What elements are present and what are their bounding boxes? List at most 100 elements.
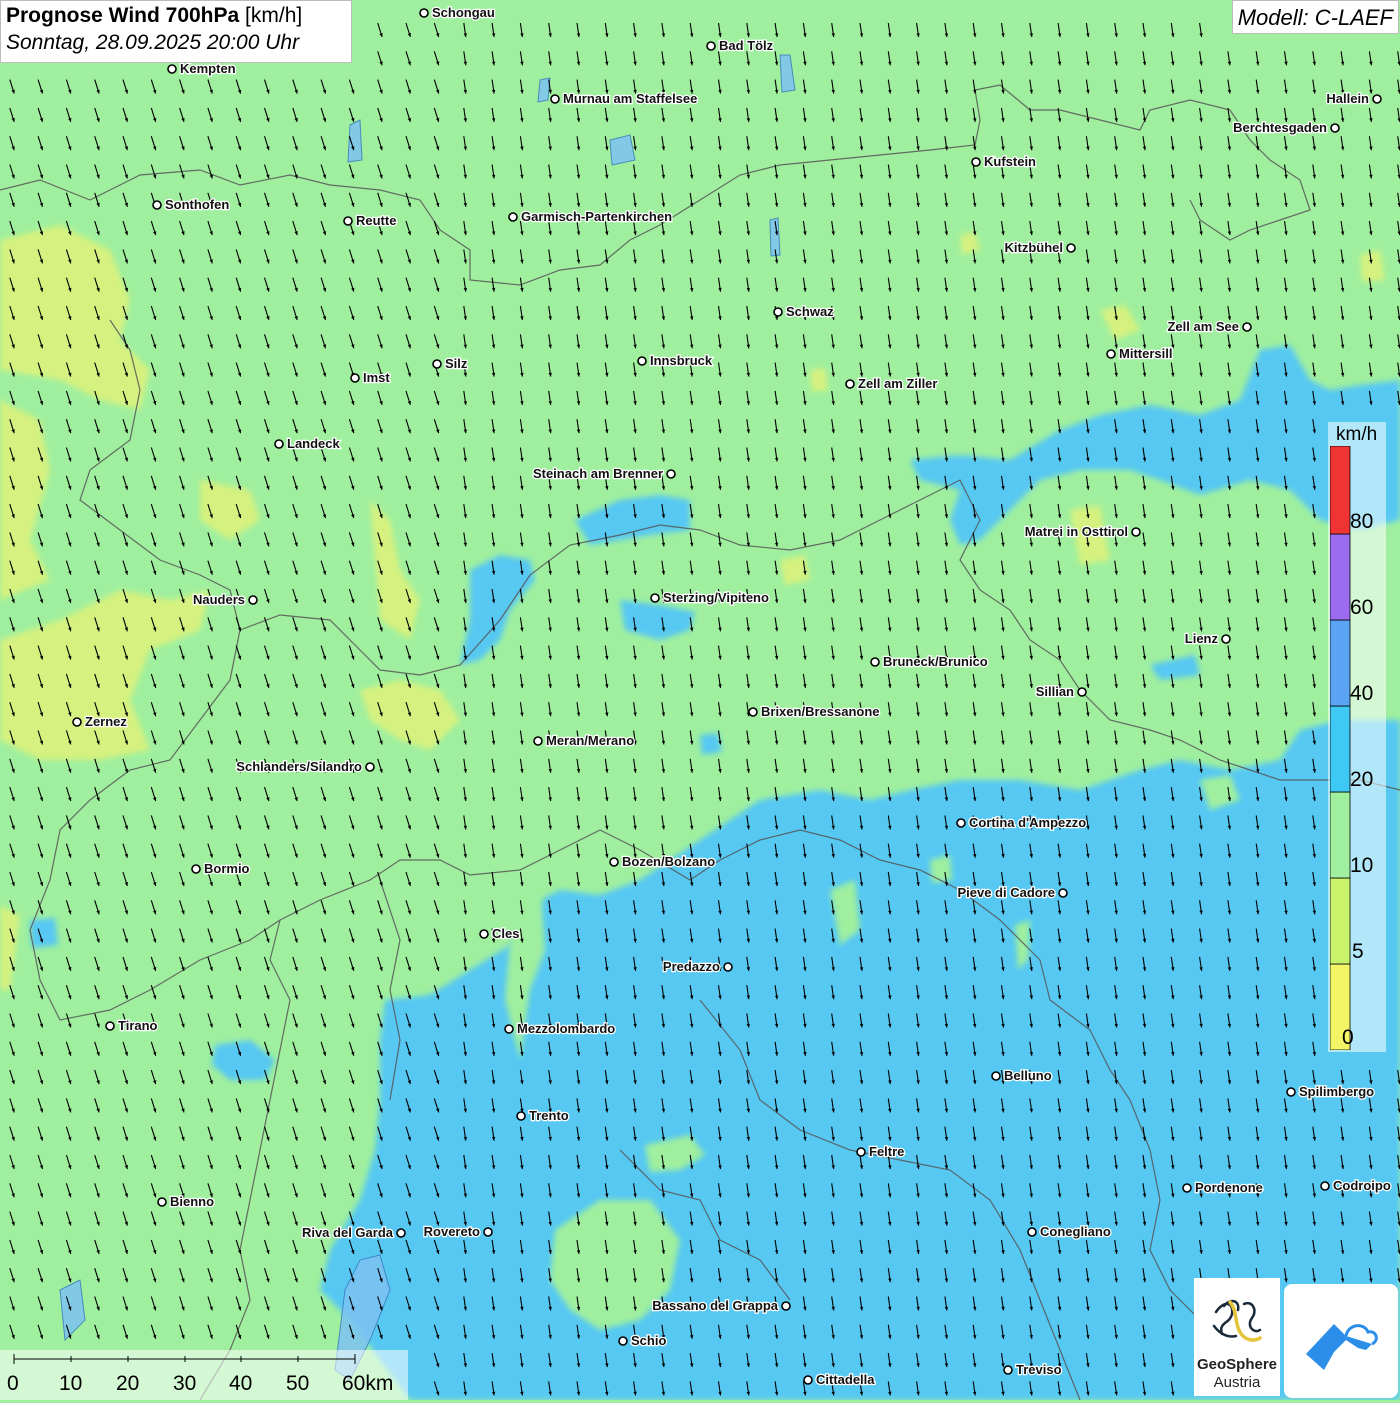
city-dot	[1222, 635, 1230, 643]
city-name: Tirano	[118, 1018, 158, 1033]
city-name: Silz	[445, 356, 468, 371]
city-marker: Sonthofen	[153, 197, 229, 212]
city-name: Cittadella	[816, 1372, 875, 1387]
city-dot	[351, 374, 359, 382]
city-dot	[433, 360, 441, 368]
model-label: Modell: C-LAEF	[1232, 0, 1399, 34]
app-logo	[1284, 1284, 1398, 1398]
legend-label-10: 10	[1350, 854, 1373, 878]
city-dot	[73, 718, 81, 726]
city-name: Sillian	[1036, 684, 1074, 699]
city-name: Murnau am Staffelsee	[563, 91, 697, 106]
city-marker: Schlanders/Silandro	[236, 759, 374, 774]
scale-bar: 0 10 20 30 40 50 60km	[0, 1350, 408, 1400]
city-name: Spilimbergo	[1299, 1084, 1374, 1099]
city-name: Bad Tölz	[719, 38, 774, 53]
title-panel: Prognose Wind 700hPa [km/h] Sonntag, 28.…	[0, 0, 352, 63]
city-dot	[957, 819, 965, 827]
city-dot	[774, 308, 782, 316]
city-name: Zell am See	[1167, 319, 1239, 334]
city-name: Bruneck/Brunico	[883, 654, 988, 669]
legend-label-60: 60	[1350, 596, 1373, 620]
city-dot	[1004, 1366, 1012, 1374]
legend-swatch-5	[1330, 878, 1350, 964]
legend-swatch-10	[1330, 792, 1350, 878]
city-dot	[610, 858, 618, 866]
title-main: Prognose Wind 700hPa	[6, 4, 239, 27]
city-dot	[366, 763, 374, 771]
city-marker: Conegliano	[1028, 1224, 1111, 1239]
scale-label: 50	[286, 1372, 309, 1396]
city-name: Codroipo	[1333, 1178, 1391, 1193]
city-name: Kitzbühel	[1005, 240, 1064, 255]
city-name: Schwaz	[786, 304, 834, 319]
city-marker: Zell am See	[1167, 319, 1251, 334]
city-name: Kufstein	[984, 154, 1036, 169]
city-marker: Zell am Ziller	[846, 376, 937, 391]
city-dot	[1078, 688, 1086, 696]
city-marker: Garmisch-Partenkirchen	[509, 209, 672, 224]
city-dot	[857, 1148, 865, 1156]
city-marker: Murnau am Staffelsee	[551, 91, 697, 106]
city-name: Pordenone	[1195, 1180, 1263, 1195]
legend-label-0: 0	[1342, 1026, 1354, 1050]
legend-swatch-80	[1330, 446, 1350, 534]
scale-label: 60km	[342, 1372, 393, 1396]
map-title: Prognose Wind 700hPa [km/h]	[6, 4, 346, 28]
city-dot	[1287, 1088, 1295, 1096]
city-marker: Pieve di Cadore	[957, 885, 1067, 900]
city-name: Feltre	[869, 1144, 904, 1159]
city-dot	[638, 357, 646, 365]
legend-unit: km/h	[1336, 424, 1377, 446]
scale-label: 40	[229, 1372, 252, 1396]
city-dot	[992, 1072, 1000, 1080]
city-marker: Cortina d'Ampezzo	[957, 815, 1086, 830]
city-name: Hallein	[1326, 91, 1369, 106]
city-dot	[749, 708, 757, 716]
city-name: Zell am Ziller	[858, 376, 937, 391]
city-dot	[1331, 124, 1339, 132]
city-name: Nauders	[193, 592, 245, 607]
city-dot	[551, 95, 559, 103]
city-dot	[619, 1337, 627, 1345]
scale-label: 30	[173, 1372, 196, 1396]
city-marker: Bassano del Grappa	[652, 1298, 790, 1313]
city-name: Riva del Garda	[302, 1225, 394, 1240]
city-name: Bormio	[204, 861, 250, 876]
city-name: Steinach am Brenner	[533, 466, 663, 481]
city-dot	[420, 9, 428, 17]
scale-label: 0	[7, 1372, 19, 1396]
city-name: Brixen/Bressanone	[761, 704, 880, 719]
city-dot	[153, 201, 161, 209]
city-dot	[505, 1025, 513, 1033]
city-marker: Spilimbergo	[1287, 1084, 1374, 1099]
city-dot	[972, 158, 980, 166]
city-marker: Bruneck/Brunico	[871, 654, 988, 669]
city-marker: Berchtesgaden	[1233, 120, 1339, 135]
city-dot	[1067, 244, 1075, 252]
city-dot	[168, 65, 176, 73]
title-unit: [km/h]	[245, 4, 302, 27]
city-name: Matrei in Osttirol	[1025, 524, 1128, 539]
legend-label-40: 40	[1350, 682, 1373, 706]
city-marker: Mezzolombardo	[505, 1021, 615, 1036]
legend-colorbar	[1330, 446, 1352, 1050]
city-name: Bassano del Grappa	[652, 1298, 778, 1313]
city-marker: Innsbruck	[638, 353, 713, 368]
city-name: Sonthofen	[165, 197, 229, 212]
city-name: Predazzo	[663, 959, 720, 974]
city-name: Cortina d'Ampezzo	[969, 815, 1086, 830]
legend-label-20: 20	[1350, 768, 1373, 792]
city-name: Bienno	[170, 1194, 214, 1209]
scale-bar-ruler	[0, 1350, 408, 1370]
city-dot	[158, 1198, 166, 1206]
city-marker: Sterzing/Vipiteno	[651, 590, 769, 605]
city-dot	[707, 42, 715, 50]
city-marker: Steinach am Brenner	[533, 466, 675, 481]
city-dot	[1028, 1228, 1036, 1236]
city-name: Innsbruck	[650, 353, 713, 368]
geosphere-logo: GeoSphere Austria	[1194, 1278, 1280, 1396]
city-dot	[1107, 350, 1115, 358]
geosphere-emblem-icon	[1194, 1282, 1280, 1358]
city-name: Pieve di Cadore	[957, 885, 1055, 900]
